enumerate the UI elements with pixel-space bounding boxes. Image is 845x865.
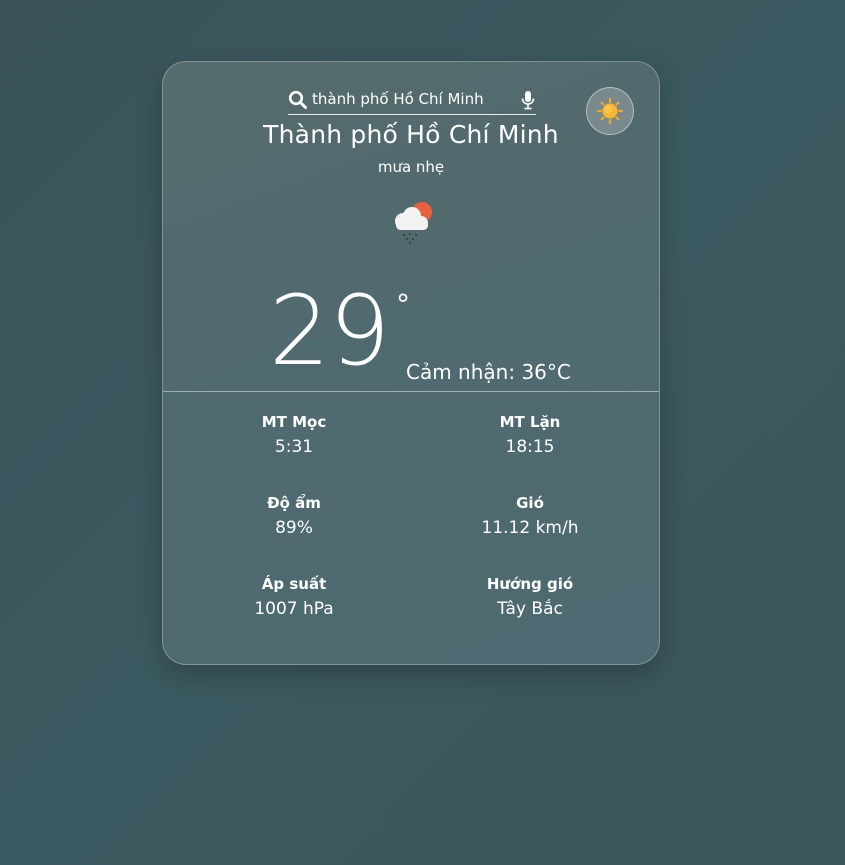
wind-stat: Gió 11.12 km/h [430, 494, 630, 538]
divider [163, 391, 659, 392]
degree-symbol: ° [396, 288, 410, 321]
temperature-value: 29 [269, 275, 390, 387]
wind-direction-stat: Hướng gió Tây Bắc [430, 575, 630, 619]
sunrise-stat: MT Mọc 5:31 [194, 413, 394, 457]
microphone-icon[interactable] [520, 90, 536, 110]
city-name: Thành phố Hồ Chí Minh [263, 120, 559, 149]
sunset-value: 18:15 [505, 437, 555, 457]
pressure-stat: Áp suất 1007 hPa [194, 575, 394, 619]
sunset-label: MT Lặn [499, 413, 561, 431]
wind-label: Gió [516, 494, 544, 512]
wind-direction-label: Hướng gió [486, 575, 574, 593]
search-icon[interactable] [288, 90, 308, 110]
sunrise-value: 5:31 [274, 437, 314, 457]
sunset-stat: MT Lặn 18:15 [430, 413, 630, 457]
humidity-value: 89% [275, 518, 313, 538]
search-input[interactable] [312, 88, 512, 110]
wind-direction-value: Tây Bắc [497, 599, 563, 619]
pressure-value: 1007 hPa [254, 599, 334, 619]
feels-like-temperature: Cảm nhận: 36°C [406, 360, 571, 384]
search-bar [288, 88, 536, 115]
pressure-label: Áp suất [261, 575, 327, 593]
rain-cloud-sun-icon [395, 202, 432, 245]
sunrise-label: MT Mọc [261, 413, 327, 431]
humidity-label: Độ ẩm [267, 494, 321, 512]
wind-value: 11.12 km/h [481, 518, 579, 538]
weather-description: mưa nhẹ [377, 158, 445, 176]
weather-card: Thành phố Hồ Chí Minh mưa nhẹ 29 ° Cảm n… [162, 61, 660, 665]
humidity-stat: Độ ẩm 89% [194, 494, 394, 538]
